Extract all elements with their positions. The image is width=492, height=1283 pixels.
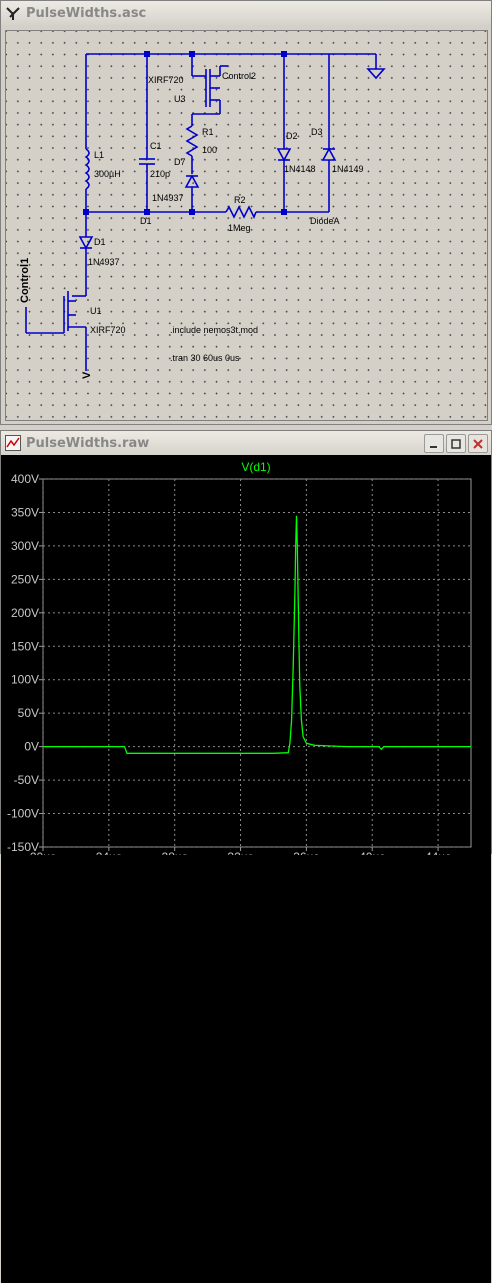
inductor-l1 bbox=[84, 148, 90, 190]
label-r2: R2 bbox=[234, 195, 246, 205]
x-tick-label: 36µs bbox=[293, 850, 319, 855]
waveform-titlebar[interactable]: PulseWidths.raw bbox=[1, 431, 491, 455]
close-button[interactable] bbox=[468, 434, 488, 453]
resistor-r2 bbox=[225, 205, 257, 219]
y-tick-label: 100V bbox=[11, 673, 39, 687]
label-d1-value: 1N4937 bbox=[88, 257, 120, 267]
y-tick-label: 300V bbox=[11, 539, 39, 553]
label-c1: C1 bbox=[150, 141, 162, 151]
waveform-window: PulseWidths.raw 400V 350V 300V 250V 200V 150V… bbox=[0, 430, 492, 1283]
label-r2-value: 1Meg bbox=[228, 223, 251, 233]
x-tick-label: 24µs bbox=[96, 850, 122, 855]
maximize-button[interactable] bbox=[446, 434, 466, 453]
label-l1: L1 bbox=[94, 150, 104, 160]
label-xirf720-top: XIRF720 bbox=[148, 75, 184, 85]
label-diodeA: DiodeA bbox=[310, 216, 340, 226]
label-d2-value: 1N4148 bbox=[284, 164, 316, 174]
label-u1: U1 bbox=[90, 306, 102, 316]
maximize-icon bbox=[451, 438, 461, 449]
schematic-titlebar[interactable]: PulseWidths.asc bbox=[1, 1, 491, 25]
series-line-vd1 bbox=[43, 515, 471, 754]
y-tick-label: -50V bbox=[14, 773, 39, 787]
y-tick-label: 350V bbox=[11, 505, 39, 519]
x-tick-label: 44µs bbox=[425, 850, 451, 855]
schematic-canvas[interactable]: Control2 XIRF720 U3 R1 100 C1 210p L1 30… bbox=[5, 30, 488, 421]
y-tick-label: 200V bbox=[11, 606, 39, 620]
plot-frame bbox=[42, 478, 472, 848]
label-d7: D7 bbox=[174, 157, 186, 167]
resistor-r1 bbox=[185, 125, 199, 157]
label-v-net: V bbox=[81, 371, 93, 379]
diode-d3 bbox=[321, 147, 337, 161]
directive-include[interactable]: .include nemos3t.mod bbox=[170, 325, 258, 335]
y-tick-label: 400V bbox=[11, 472, 39, 486]
label-c1-value: 210p bbox=[150, 169, 170, 179]
y-tick-label: 50V bbox=[18, 706, 39, 720]
schematic-app-icon bbox=[6, 7, 20, 20]
waveform-window-title: PulseWidths.raw bbox=[26, 435, 150, 451]
label-d7-value: 1N4937 bbox=[152, 193, 184, 203]
plot-area[interactable]: 400V 350V 300V 250V 200V 150V 100V 50V 0V -50V -10… bbox=[1, 455, 491, 1283]
label-xirf720-bottom: XIRF720 bbox=[90, 325, 126, 335]
x-tick-label: 20µs bbox=[30, 850, 56, 855]
waveform-app-icon bbox=[5, 435, 21, 451]
trace-title[interactable]: V(d1) bbox=[241, 460, 270, 474]
diode-d1 bbox=[78, 236, 94, 250]
minimize-icon bbox=[430, 445, 437, 448]
y-tick-label: 0V bbox=[24, 740, 39, 754]
label-r1: R1 bbox=[202, 127, 214, 137]
schematic-drawing: Control2 XIRF720 U3 R1 100 C1 210p L1 30… bbox=[19, 51, 386, 379]
x-tick-label: 28µs bbox=[162, 850, 188, 855]
label-d3: D3 bbox=[311, 127, 323, 137]
waveform-chart: 400V 350V 300V 250V 200V 150V 100V 50V 0V -50V -10… bbox=[7, 460, 472, 864]
y-tick-label: 250V bbox=[11, 572, 39, 586]
x-tick-label: 32µs bbox=[227, 850, 253, 855]
label-r1-value: 100 bbox=[202, 145, 217, 155]
close-icon bbox=[473, 438, 483, 449]
label-d3-value: 1N4149 bbox=[332, 164, 364, 174]
label-u3: U3 bbox=[174, 94, 186, 104]
label-d2: D2 bbox=[286, 131, 298, 141]
directive-tran[interactable]: .tran 30 60us 0us bbox=[170, 353, 240, 363]
label-control2: Control2 bbox=[222, 71, 256, 81]
label-d1-net: D1 bbox=[140, 216, 152, 226]
label-l1-value: 300µH bbox=[94, 169, 121, 179]
diode-d7 bbox=[184, 174, 200, 188]
label-control1: Control1 bbox=[19, 258, 31, 303]
label-d1: D1 bbox=[94, 237, 106, 247]
schematic-window: PulseWidths.asc Control2 XIRF720 U3 R1 1… bbox=[0, 0, 492, 425]
minimize-button[interactable] bbox=[424, 434, 444, 453]
y-tick-label: -100V bbox=[7, 807, 39, 821]
y-tick-label: 150V bbox=[11, 639, 39, 653]
x-tick-label: 40µs bbox=[359, 850, 385, 855]
diode-d2 bbox=[276, 148, 292, 162]
schematic-window-title: PulseWidths.asc bbox=[26, 5, 147, 21]
